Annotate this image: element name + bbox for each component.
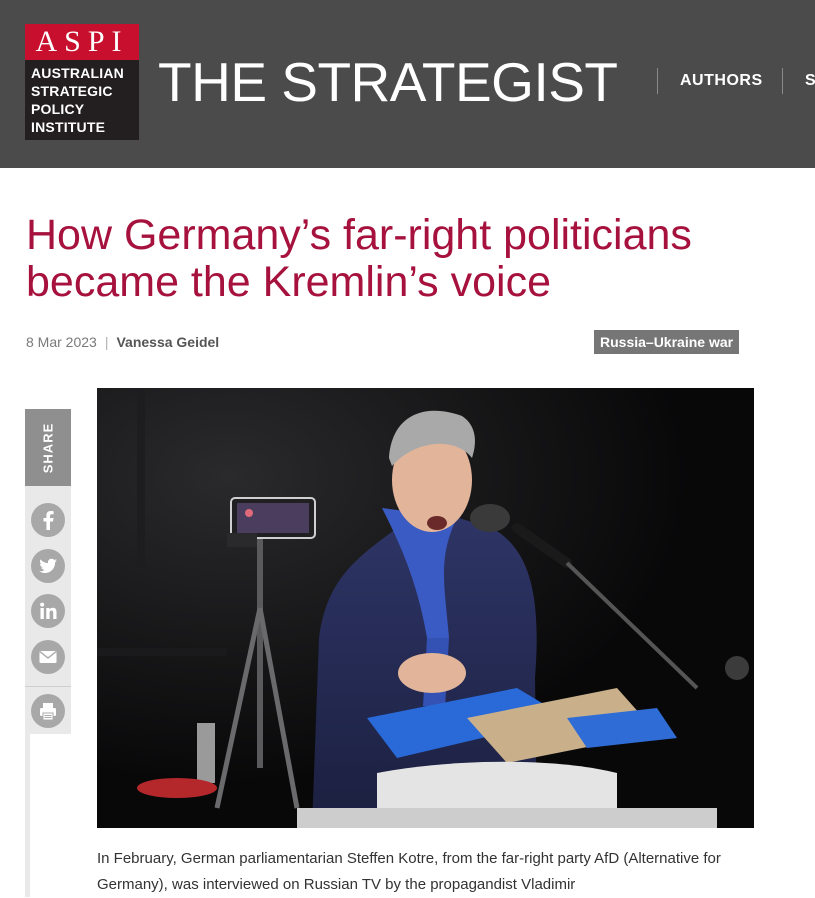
share-email-button[interactable] xyxy=(31,640,65,674)
meta-separator: | xyxy=(104,334,109,350)
share-label-text: SHARE xyxy=(40,422,56,473)
nav-divider xyxy=(782,68,783,94)
share-rail xyxy=(25,734,30,897)
speaker-photo xyxy=(97,388,754,828)
share-linkedin-button[interactable] xyxy=(31,594,65,628)
site-header: ASPI AUSTRALIAN STRATEGIC POLICY INSTITU… xyxy=(0,0,815,168)
article-title: How Germany’s far-right politicians beca… xyxy=(26,211,692,306)
article-body-excerpt: In February, German parliamentarian Stef… xyxy=(97,850,721,893)
article-meta: 8 Mar 2023 | Vanessa Geidel xyxy=(26,333,219,351)
logo-line: AUSTRALIAN xyxy=(31,65,124,81)
nav-item-clipped[interactable]: S xyxy=(805,70,815,92)
logo-line: INSTITUTE xyxy=(31,119,106,135)
category-tag[interactable]: Russia–Ukraine war xyxy=(594,330,740,354)
share-twitter-button[interactable] xyxy=(31,549,65,583)
print-icon xyxy=(40,703,56,721)
logo-wordmark: AUSTRALIAN STRATEGIC POLICY INSTITUTE xyxy=(31,64,124,136)
linkedin-icon xyxy=(40,602,57,619)
aspi-logo[interactable]: ASPI AUSTRALIAN STRATEGIC POLICY INSTITU… xyxy=(25,24,139,140)
article-author-link[interactable]: Vanessa Geidel xyxy=(116,334,219,350)
logo-line: POLICY xyxy=(31,101,85,117)
article-date: 8 Mar 2023 xyxy=(26,334,97,350)
article-hero-image xyxy=(97,388,754,828)
logo-line: STRATEGIC xyxy=(31,83,113,99)
nav-divider xyxy=(657,68,658,94)
twitter-icon xyxy=(39,558,57,573)
facebook-icon xyxy=(43,511,54,530)
logo-acronym: ASPI xyxy=(25,24,139,60)
site-title[interactable]: THE STRATEGIST xyxy=(158,52,618,112)
email-icon xyxy=(39,650,57,663)
print-button[interactable] xyxy=(31,694,65,728)
share-label: SHARE xyxy=(25,409,71,486)
nav-authors[interactable]: AUTHORS xyxy=(680,70,763,92)
share-facebook-button[interactable] xyxy=(31,503,65,537)
share-divider xyxy=(25,686,71,687)
